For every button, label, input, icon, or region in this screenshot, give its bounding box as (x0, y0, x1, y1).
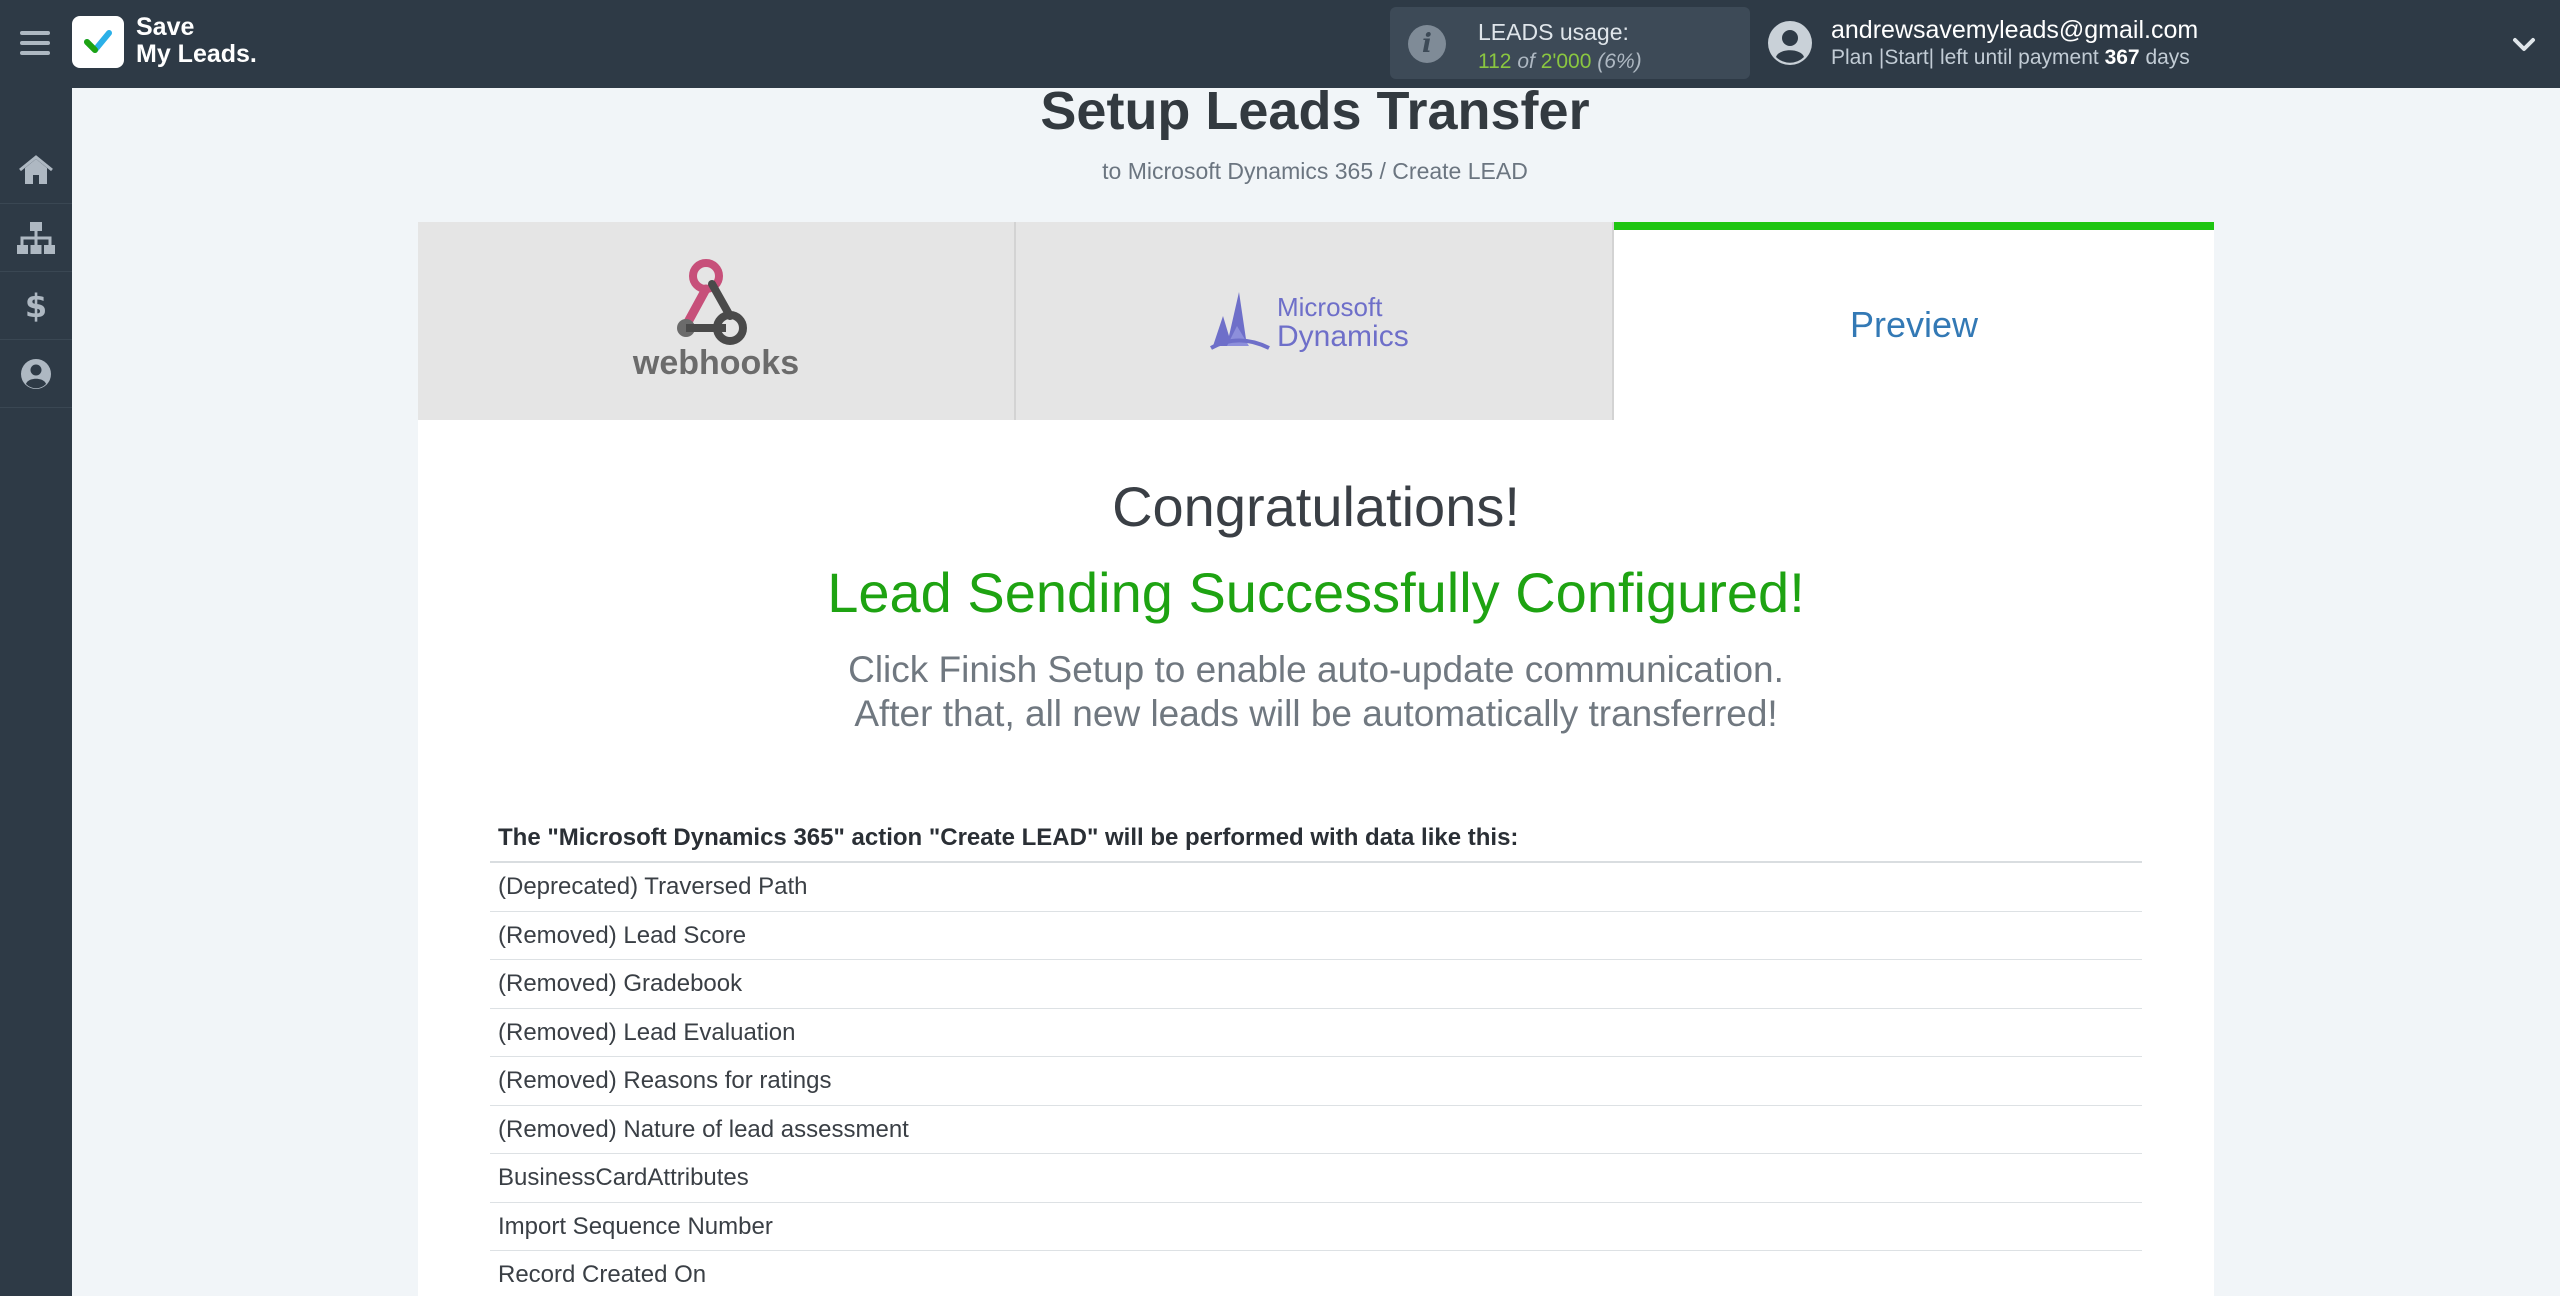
menu-icon[interactable] (18, 27, 52, 59)
days-left: 367 (2104, 46, 2140, 69)
sitemap-icon (17, 221, 55, 254)
days-suffix: days (2145, 46, 2190, 69)
hint-line2: After that, all new leads will be automa… (854, 693, 1778, 734)
hint-line1: Click Finish Setup to enable auto-update… (848, 649, 1784, 690)
page-title: Setup Leads Transfer (1040, 81, 1590, 141)
table-row: (Removed) Lead Evaluation (490, 1009, 2142, 1057)
logo-line2: My Leads. (136, 40, 257, 68)
user-plan: Plan |Start| left until payment 367 days (1831, 46, 2190, 70)
logo-text[interactable]: Save My Leads. (136, 14, 257, 68)
page-subtitle: to Microsoft Dynamics 365 / Create LEAD (1102, 158, 1528, 184)
webhooks-logo-icon: webhooks (632, 259, 799, 382)
logo-icon[interactable] (72, 16, 124, 68)
sidebar-item-home[interactable] (0, 136, 72, 204)
logo-line1: Save (136, 13, 195, 41)
table-row: BusinessCardAttributes (490, 1154, 2142, 1203)
home-icon (19, 154, 53, 184)
step-preview[interactable]: Preview (1614, 222, 2214, 420)
data-table-title: The "Microsoft Dynamics 365" action "Cre… (498, 824, 1519, 851)
plan-text: Plan |Start| left until payment (1831, 46, 2099, 69)
user-avatar-icon[interactable] (1767, 20, 1813, 66)
user-icon (21, 358, 51, 389)
usage-total: 2'000 (1540, 50, 1592, 73)
step-source-webhooks[interactable]: webhooks (418, 222, 1016, 420)
finish-hint: Click Finish Setup to enable auto-update… (418, 648, 2214, 736)
user-email[interactable]: andrewsavemyleads@gmail.com (1831, 16, 2198, 45)
webhooks-logo-text: webhooks (632, 344, 799, 382)
step-destination-dynamics[interactable]: Microsoft Dynamics (1016, 222, 1614, 420)
sidebar: $ (0, 88, 72, 1296)
microsoft-dynamics-logo-icon: Microsoft Dynamics (1210, 292, 1409, 353)
sidebar-item-account[interactable] (0, 340, 72, 408)
sidebar-item-connections[interactable] (0, 204, 72, 272)
data-table: (Deprecated) Traversed Path (Removed) Le… (490, 861, 2142, 1296)
setup-steps: webhooks Microsoft Dynamics Preview (418, 222, 2214, 420)
table-row: (Removed) Reasons for ratings (490, 1057, 2142, 1106)
congrats-heading: Congratulations! (1112, 475, 1520, 538)
table-row: Record Created On (490, 1251, 2142, 1296)
usage-percent: (6%) (1597, 50, 1642, 73)
sidebar-item-billing[interactable]: $ (0, 272, 72, 340)
dollar-icon: $ (25, 289, 47, 323)
top-bar: Save My Leads. i LEADS usage: 112 of 2'0… (0, 0, 2560, 88)
success-message: Lead Sending Successfully Configured! (827, 561, 1805, 624)
usage-of: of (1517, 50, 1535, 73)
dynamics-logo-line2: Dynamics (1277, 320, 1409, 353)
table-row: (Deprecated) Traversed Path (490, 863, 2142, 912)
step-preview-label: Preview (1849, 304, 1979, 345)
usage-used: 112 (1478, 50, 1512, 73)
leads-usage-panel: i LEADS usage: 112 of 2'000 (6%) (1390, 7, 1750, 79)
chevron-down-icon[interactable] (2508, 28, 2540, 60)
usage-values: 112 of 2'000 (6%) (1478, 50, 1642, 74)
result-card: Congratulations! Lead Sending Successful… (418, 420, 2214, 1296)
table-row: (Removed) Nature of lead assessment (490, 1106, 2142, 1154)
table-row: (Removed) Lead Score (490, 912, 2142, 960)
svg-text:$: $ (25, 289, 47, 323)
table-row: Import Sequence Number (490, 1203, 2142, 1251)
dynamics-logo-line1: Microsoft (1277, 292, 1383, 322)
info-icon: i (1408, 25, 1446, 63)
table-row: (Removed) Gradebook (490, 960, 2142, 1009)
usage-label: LEADS usage: (1478, 19, 1629, 45)
